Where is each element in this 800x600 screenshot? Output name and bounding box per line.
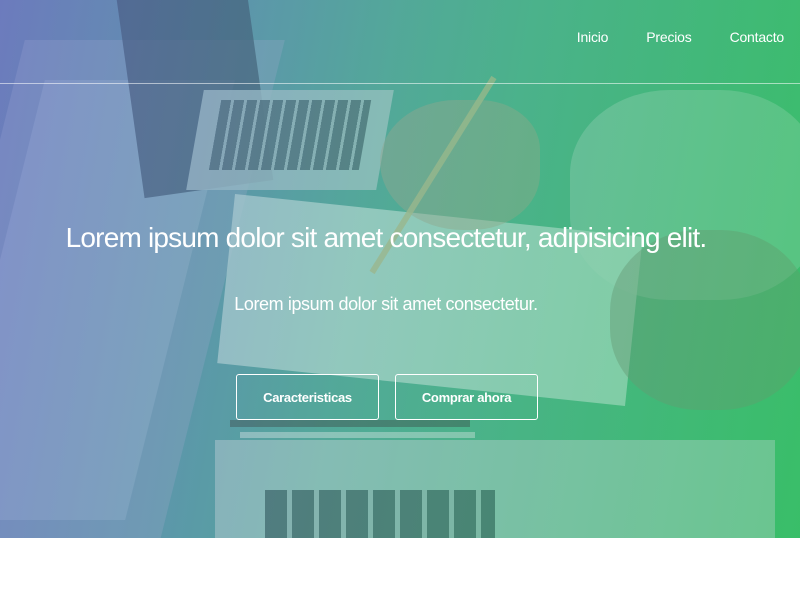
hero-headline: Lorem ipsum dolor sit amet consectetur, … (65, 222, 708, 253)
nav-link-inicio[interactable]: Inicio (577, 29, 609, 45)
nav-links: Inicio Precios Contacto (539, 29, 784, 45)
top-navbar: Inicio Precios Contacto (0, 0, 800, 84)
features-button[interactable]: Caracteristicas (236, 374, 379, 420)
nav-link-precios[interactable]: Precios (646, 29, 691, 45)
page-content-area (0, 538, 800, 600)
hero-subheadline: Lorem ipsum dolor sit amet consectetur. (234, 294, 538, 314)
hero-section: Inicio Precios Contacto Lorem ipsum dolo… (0, 0, 800, 538)
nav-link-contacto[interactable]: Contacto (730, 29, 785, 45)
buy-now-button[interactable]: Comprar ahora (395, 374, 538, 420)
